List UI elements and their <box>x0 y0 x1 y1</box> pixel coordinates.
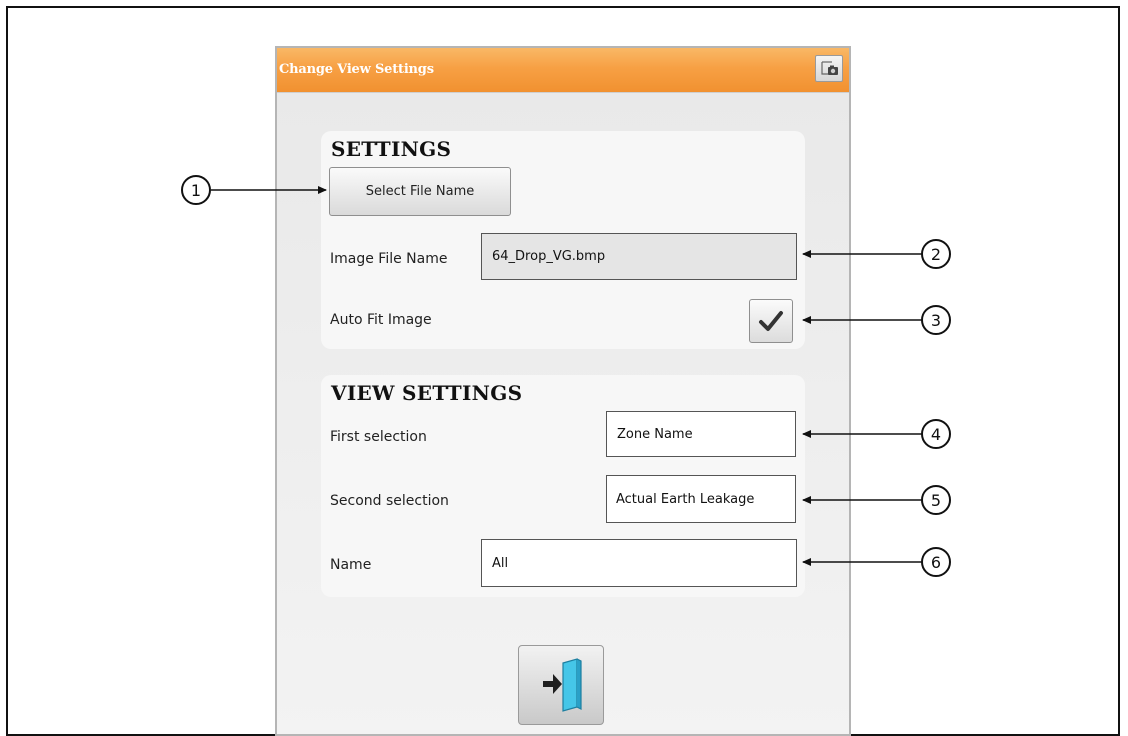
callout-2: 2 <box>921 239 951 269</box>
callout-5: 5 <box>921 485 951 515</box>
callout-leader-lines <box>211 186 922 566</box>
callout-6: 6 <box>921 547 951 577</box>
callout-3: 3 <box>921 305 951 335</box>
callout-1: 1 <box>181 175 211 205</box>
callout-4: 4 <box>921 419 951 449</box>
